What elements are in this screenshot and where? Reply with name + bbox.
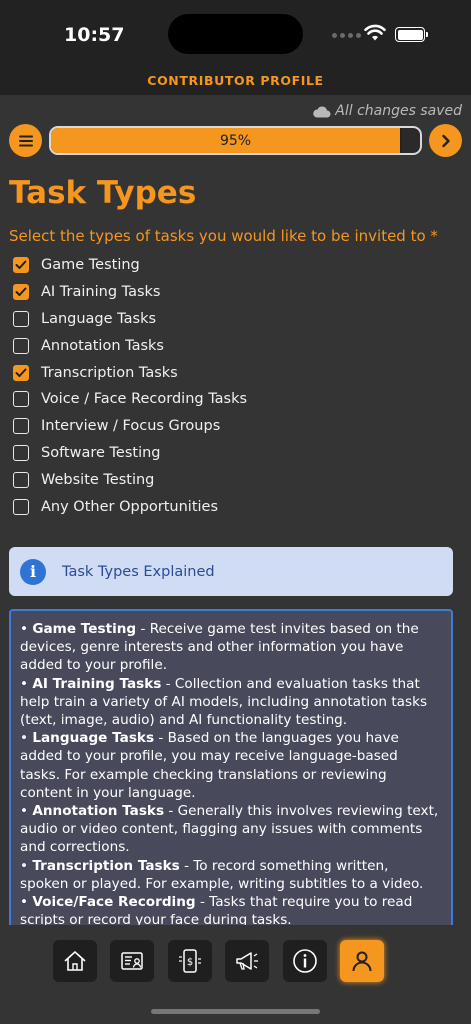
- task-option-label: Transcription Tasks: [41, 364, 178, 381]
- progress-bar: 95%: [49, 126, 422, 155]
- save-status: All changes saved: [312, 103, 462, 119]
- task-option-label: Voice / Face Recording Tasks: [41, 391, 248, 408]
- bottom-nav-bar: $: [53, 940, 384, 982]
- home-icon: [64, 951, 86, 971]
- checkbox-unchecked[interactable]: [13, 310, 29, 327]
- nav-button-info[interactable]: [282, 940, 327, 982]
- explanation-term: AI Training Tasks: [32, 675, 162, 692]
- task-option-label: Website Testing: [41, 471, 155, 488]
- checkbox-unchecked[interactable]: [13, 498, 29, 515]
- explanation-term: Transcription Tasks: [32, 857, 180, 874]
- chevron-right-icon: [441, 134, 450, 147]
- explanation-term: Language Tasks: [32, 730, 155, 747]
- task-type-options: Game Testing AI Training Tasks Language Ta…: [13, 252, 247, 520]
- checkbox-checked[interactable]: [13, 257, 29, 274]
- checkbox-unchecked[interactable]: [13, 471, 29, 488]
- nav-button-payments[interactable]: $: [167, 940, 212, 982]
- explanation-item: • AI Training Tasks - Collection and eva…: [20, 675, 441, 730]
- task-option[interactable]: Language Tasks: [13, 306, 247, 333]
- task-option-label: Any Other Opportunities: [41, 498, 219, 515]
- task-option[interactable]: Any Other Opportunities: [13, 493, 247, 520]
- bullet: •: [20, 621, 33, 637]
- menu-button[interactable]: [9, 124, 42, 157]
- page-header-title: CONTRIBUTOR PROFILE: [147, 73, 324, 88]
- explanation-item: • Annotation Tasks - Generally this invo…: [20, 802, 441, 857]
- explanation-item: • Voice/Face Recording - Tasks that requ…: [20, 893, 441, 927]
- bullet: •: [20, 675, 33, 692]
- task-option[interactable]: Software Testing: [13, 440, 247, 467]
- task-option-label: Game Testing: [41, 257, 140, 274]
- status-and-header: 10:57 CONTRIBUTOR PROFILE: [0, 0, 471, 95]
- save-status-text: All changes saved: [335, 103, 462, 119]
- task-option[interactable]: Voice / Face Recording Tasks: [13, 386, 247, 413]
- task-option[interactable]: Game Testing: [13, 252, 247, 279]
- progress-label: 95%: [219, 132, 252, 149]
- task-option[interactable]: Interview / Focus Groups: [13, 413, 247, 440]
- task-types-explanation-panel: • Game Testing - Receive game test invit…: [9, 609, 453, 929]
- nav-button-profile-card[interactable]: [110, 940, 155, 982]
- home-indicator: [151, 1009, 320, 1014]
- explanation-item: • Game Testing - Receive game test invit…: [20, 620, 441, 675]
- dynamic-island: [168, 14, 303, 54]
- explanation-item: • Transcription Tasks - To record someth…: [20, 857, 441, 893]
- nav-button-user[interactable]: [339, 940, 384, 982]
- info-icon: [292, 949, 317, 973]
- profile-card-icon: [121, 952, 144, 970]
- checkbox-checked[interactable]: [13, 364, 29, 381]
- task-option-label: Language Tasks: [41, 310, 157, 327]
- checkbox-checked[interactable]: [13, 284, 29, 301]
- svg-text:$: $: [187, 957, 193, 968]
- checkbox-unchecked[interactable]: [13, 444, 29, 461]
- hamburger-icon: [18, 135, 33, 146]
- explanation-term: Annotation Tasks: [32, 803, 165, 820]
- explanation-term: Game Testing: [32, 621, 137, 637]
- task-types-explained-label: Task Types Explained: [62, 563, 215, 580]
- cloud-icon: [313, 105, 331, 117]
- checkbox-unchecked[interactable]: [13, 337, 29, 354]
- bottom-navigation: $: [0, 925, 471, 1024]
- user-icon: [352, 951, 372, 972]
- task-option-label: Annotation Tasks: [41, 337, 164, 354]
- payments-icon: $: [178, 949, 201, 973]
- battery-icon: [395, 27, 428, 42]
- task-option[interactable]: Transcription Tasks: [13, 359, 247, 386]
- next-button[interactable]: [429, 124, 462, 157]
- status-time: 10:57: [64, 24, 125, 46]
- checkmark-icon: [15, 287, 27, 297]
- task-option[interactable]: Website Testing: [13, 466, 247, 493]
- task-option-label: Software Testing: [41, 444, 161, 461]
- task-option-label: AI Training Tasks: [41, 284, 161, 301]
- task-types-explained-toggle[interactable]: i Task Types Explained: [9, 547, 453, 596]
- bullet: •: [20, 857, 33, 874]
- nav-button-announcements[interactable]: [225, 940, 270, 982]
- task-option-label: Interview / Focus Groups: [41, 418, 221, 435]
- nav-button-home[interactable]: [53, 940, 97, 982]
- task-types-question: Select the types of tasks you would like…: [9, 227, 438, 245]
- wifi-icon: [364, 24, 386, 41]
- info-circle-icon: i: [20, 558, 46, 585]
- explanation-term: Voice/Face Recording: [32, 894, 196, 911]
- explanation-item: • Language Tasks - Based on the language…: [20, 729, 441, 802]
- bullet: •: [20, 894, 33, 911]
- page-title: Task Types: [9, 175, 197, 211]
- bullet: •: [20, 803, 33, 820]
- checkbox-unchecked[interactable]: [13, 391, 29, 408]
- bullet: •: [20, 730, 33, 747]
- announcements-icon: [236, 952, 259, 970]
- task-option[interactable]: Annotation Tasks: [13, 332, 247, 359]
- checkbox-unchecked[interactable]: [13, 418, 29, 435]
- task-option[interactable]: AI Training Tasks: [13, 279, 247, 306]
- checkmark-icon: [15, 260, 27, 270]
- checkmark-icon: [15, 368, 27, 377]
- signal-icon: [332, 33, 361, 38]
